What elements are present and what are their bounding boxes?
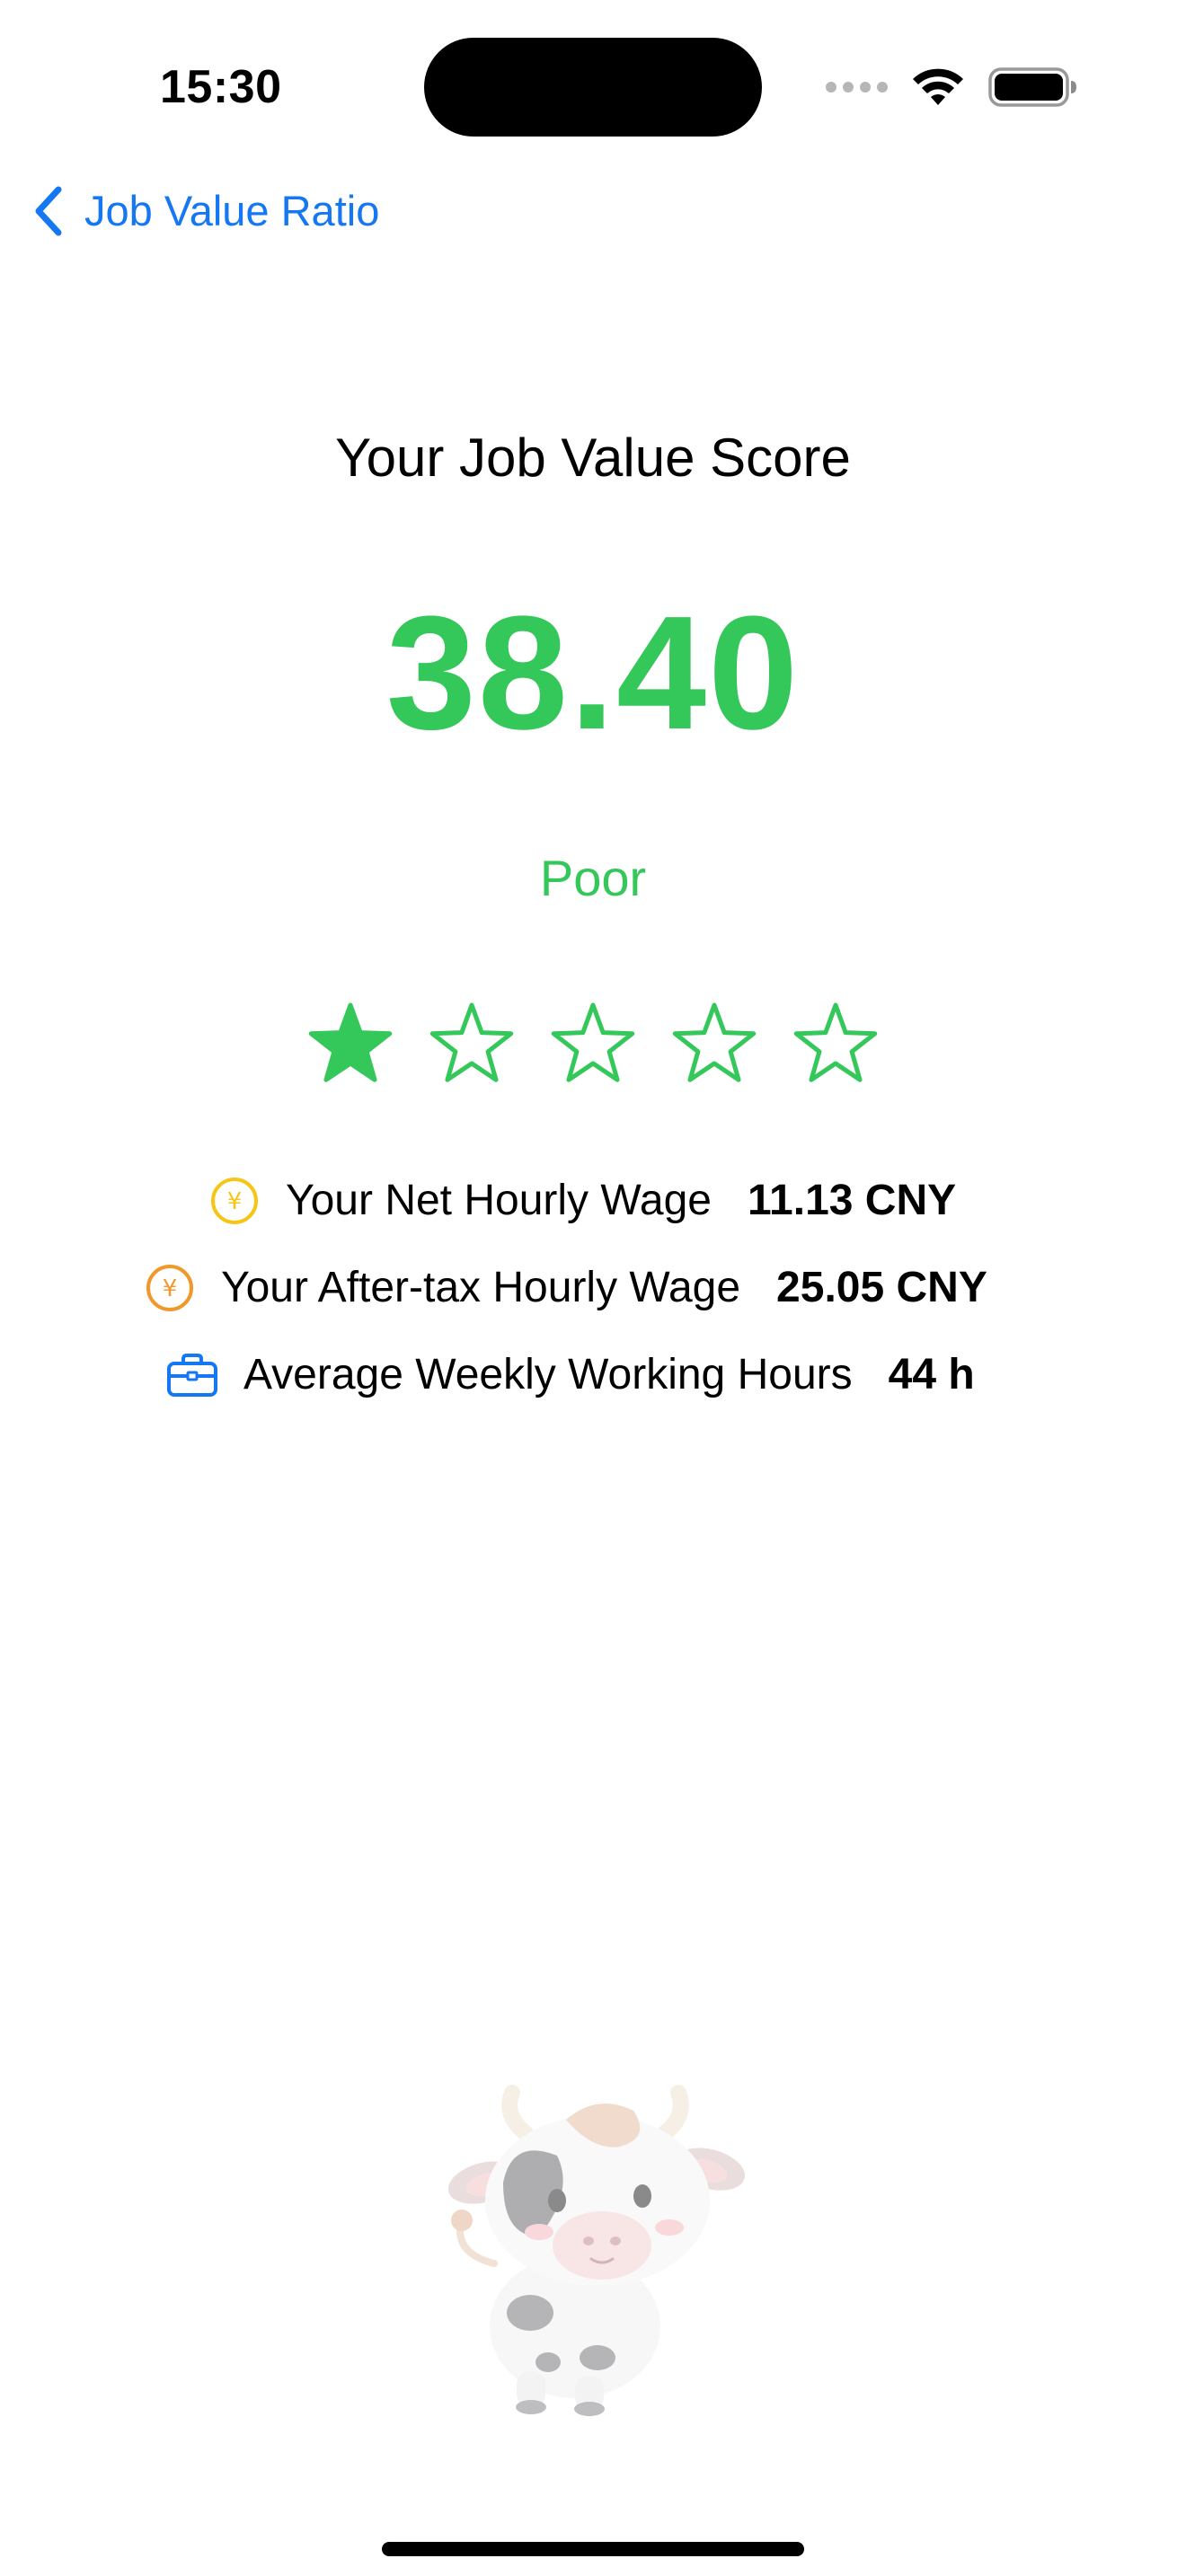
back-button[interactable]: Job Value Ratio — [32, 180, 379, 243]
briefcase-icon — [166, 1349, 218, 1401]
back-button-label: Job Value Ratio — [84, 187, 380, 234]
star-outline-icon — [793, 1002, 878, 1082]
rating-label: Poor — [539, 850, 647, 906]
cellular-signal-icon — [826, 82, 888, 93]
svg-text:¥: ¥ — [163, 1275, 178, 1302]
stat-row-net-hourly-wage: ¥ Your Net Hourly Wage 11.13 CNY — [208, 1168, 956, 1234]
star-outline-icon — [429, 1002, 514, 1082]
star-filled-icon — [308, 1002, 393, 1082]
status-time: 15:30 — [160, 61, 282, 113]
stat-row-weekly-working-hours: Average Weekly Working Hours 44 h — [166, 1342, 975, 1408]
stat-value: 44 h — [888, 1351, 975, 1398]
star-outline-icon — [551, 1002, 635, 1082]
status-icons — [826, 63, 1078, 111]
stat-label: Your Net Hourly Wage — [286, 1177, 712, 1224]
score-value: 38.40 — [385, 583, 801, 763]
battery-icon — [988, 67, 1076, 107]
star-rating — [305, 999, 881, 1089]
dynamic-island — [424, 38, 762, 137]
home-indicator — [382, 2542, 804, 2556]
stat-value: 25.05 CNY — [776, 1264, 987, 1311]
yen-circle-icon: ¥ — [208, 1175, 261, 1227]
stat-value: 11.13 CNY — [748, 1177, 957, 1224]
svg-text:¥: ¥ — [227, 1188, 243, 1215]
yen-circle-icon: ¥ — [144, 1262, 196, 1314]
wifi-icon — [913, 68, 963, 105]
stat-row-after-tax-hourly-wage: ¥ Your After-tax Hourly Wage 25.05 CNY — [144, 1255, 987, 1321]
chevron-left-icon — [35, 186, 62, 236]
cow-mascot-image — [447, 2085, 746, 2416]
score-title: Your Job Value Score — [335, 428, 851, 488]
stat-label: Your After-tax Hourly Wage — [221, 1264, 741, 1311]
star-outline-icon — [672, 1002, 757, 1082]
stat-label: Average Weekly Working Hours — [243, 1351, 853, 1398]
